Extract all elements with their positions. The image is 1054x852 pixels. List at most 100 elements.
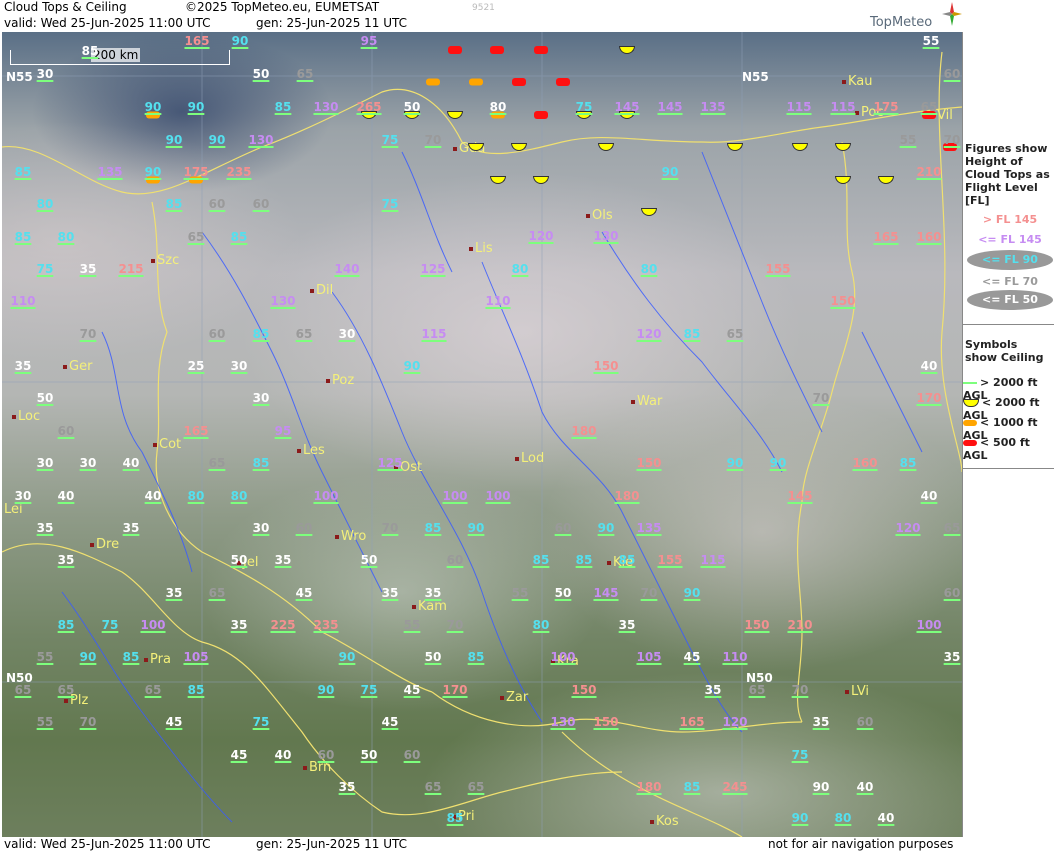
ceiling-symbol-red xyxy=(534,111,548,119)
city-label: Lis xyxy=(469,241,493,256)
cloud-top-value: 85 xyxy=(57,618,75,632)
cloud-top-value: 40 xyxy=(856,780,874,794)
cloud-top-value: 100 xyxy=(485,489,511,503)
cloud-top-value: 30 xyxy=(36,67,54,81)
legend-ceiling-title: Symbols show Ceiling xyxy=(965,338,1044,364)
legend-ceil-lt500: < 500 ft AGL xyxy=(963,436,1030,462)
cloud-top-value: 50 xyxy=(554,586,572,600)
cloud-top-value: 65 xyxy=(187,230,205,244)
cloud-top-value: 85 xyxy=(274,100,292,114)
cloud-top-value: 65 xyxy=(726,327,744,341)
cloud-top-value: 65 xyxy=(208,456,226,470)
cloud-top-value: 155 xyxy=(657,553,683,567)
cloud-top-value: 65 xyxy=(295,327,313,341)
frame-number: 9521 xyxy=(472,3,495,13)
cloud-top-value: 145 xyxy=(593,586,619,600)
cloud-top-value: 115 xyxy=(421,327,447,341)
cloud-top-value: 70 xyxy=(640,586,658,600)
cloud-top-value: 60 xyxy=(554,521,572,535)
cloud-top-value: 120 xyxy=(722,715,748,729)
cloud-top-value: 90 xyxy=(791,811,809,825)
cloud-top-value: 100 xyxy=(313,489,339,503)
cloud-top-value: 120 xyxy=(528,229,554,243)
cloud-top-value: 35 xyxy=(812,715,830,729)
city-label: War xyxy=(631,394,662,409)
cloud-top-value: 80 xyxy=(187,489,205,503)
cloud-top-value: 210 xyxy=(787,618,813,632)
city-label: Zar xyxy=(500,690,528,705)
cloud-top-value: 95 xyxy=(360,34,378,48)
cloud-top-value: 70 xyxy=(812,391,830,405)
legend-divider xyxy=(963,324,1054,325)
city-label: Szc xyxy=(151,253,179,268)
scale-bar: 200 km xyxy=(10,48,230,65)
cloud-top-value: 180 xyxy=(571,424,597,438)
legend-fl-title: Figures show Height of Cloud Tops as Fli… xyxy=(965,142,1050,207)
cloud-top-value: 55 xyxy=(899,133,917,147)
cloud-top-value: 150 xyxy=(744,618,770,632)
cloud-top-value: 90 xyxy=(403,359,421,373)
cloud-top-value: 130 xyxy=(313,100,339,114)
cloud-top-value: 80 xyxy=(834,811,852,825)
city-label: Poz xyxy=(326,373,354,388)
cloud-top-value: 50 xyxy=(424,650,442,664)
cloud-top-value: 90 xyxy=(317,683,335,697)
cloud-top-value: 60 xyxy=(403,748,421,762)
cloud-top-value: 65 xyxy=(943,521,961,535)
cloud-top-value: 105 xyxy=(183,650,209,664)
cloud-top-value: 90 xyxy=(208,133,226,147)
cloud-top-value: 130 xyxy=(550,715,576,729)
cloud-top-value: 110 xyxy=(722,650,748,664)
city-label: Lod xyxy=(515,451,544,466)
cloud-top-value: 30 xyxy=(252,391,270,405)
cloud-top-value: 125 xyxy=(420,262,446,276)
city-label: Pra xyxy=(144,652,171,667)
cloud-top-value: 90 xyxy=(79,650,97,664)
copyright-text: ©2025 TopMeteo.eu, EUMETSAT xyxy=(185,0,380,14)
satellite-map[interactable]: 200 km N55N55N50N50 SzcDilLisGdaOlsKauPo… xyxy=(2,32,962,837)
cloud-top-value: 215 xyxy=(118,262,144,276)
cloud-top-value: 65 xyxy=(920,100,938,114)
cloud-top-value: 145 xyxy=(787,489,813,503)
cloud-top-value: 75 xyxy=(360,683,378,697)
cloud-top-value: 80 xyxy=(36,197,54,211)
cloud-top-value: 35 xyxy=(943,650,961,664)
cloud-top-value: 75 xyxy=(381,133,399,147)
cloud-top-value: 30 xyxy=(79,456,97,470)
cloud-top-value: 30 xyxy=(36,456,54,470)
cloud-top-value: 180 xyxy=(614,489,640,503)
cloud-top-value: 40 xyxy=(920,359,938,373)
cloud-top-value: 65 xyxy=(296,67,314,81)
cloud-top-value: 45 xyxy=(230,748,248,762)
cloud-top-value: 120 xyxy=(895,521,921,535)
cloud-top-value: 65 xyxy=(57,683,75,697)
cloud-top-value: 75 xyxy=(101,618,119,632)
city-label: Cot xyxy=(153,437,181,452)
cloud-top-value: 55 xyxy=(511,586,529,600)
legend-fl-gt145: > FL 145 xyxy=(982,213,1038,226)
cloud-top-value: 85 xyxy=(575,553,593,567)
cloud-top-value: 90 xyxy=(467,521,485,535)
cloud-top-value: 40 xyxy=(122,456,140,470)
cloud-top-value: 90 xyxy=(231,34,249,48)
city-label: Dre xyxy=(90,537,119,552)
cloud-top-value: 35 xyxy=(122,521,140,535)
cloud-top-value: 40 xyxy=(57,489,75,503)
cloud-top-value: 60 xyxy=(446,553,464,567)
cloud-top-value: 35 xyxy=(165,586,183,600)
cloud-top-value: 85 xyxy=(81,44,99,58)
cloud-top-value: 115 xyxy=(700,553,726,567)
compass-logo-icon xyxy=(942,2,962,26)
cloud-top-value: 35 xyxy=(57,553,75,567)
city-label: Les xyxy=(297,443,325,458)
cloud-top-value: 165 xyxy=(183,424,209,438)
cloud-top-value: 70 xyxy=(79,715,97,729)
cloud-top-value: 160 xyxy=(916,230,942,244)
cloud-top-value: 60 xyxy=(317,748,335,762)
cloud-top-value: 60 xyxy=(295,521,313,535)
cloud-top-value: 40 xyxy=(920,489,938,503)
cloud-top-value: 90 xyxy=(812,780,830,794)
cloud-top-value: 90 xyxy=(338,650,356,664)
city-label: Kau xyxy=(842,74,873,89)
cloud-top-value: 45 xyxy=(683,650,701,664)
